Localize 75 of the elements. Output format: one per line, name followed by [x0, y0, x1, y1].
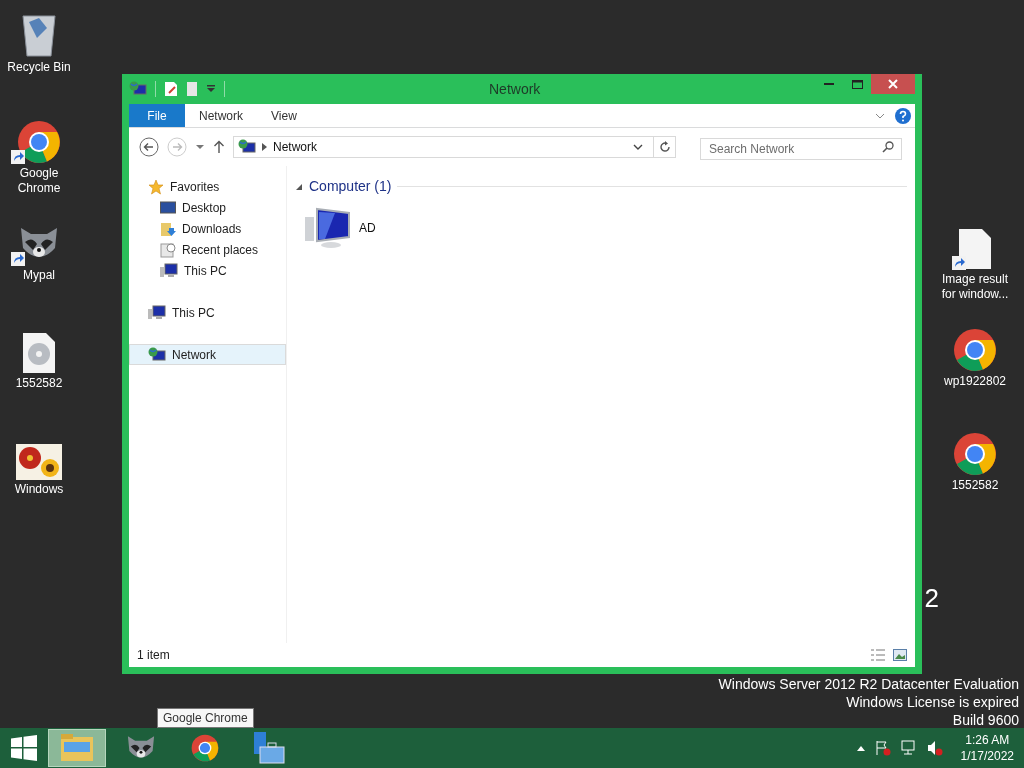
refresh-icon[interactable] [658, 141, 671, 153]
breadcrumb-arrow-icon [262, 143, 267, 151]
desktop-icon-label[interactable]: Mypal [23, 268, 55, 283]
nav-item[interactable]: Favorites [129, 176, 286, 197]
large-icons-view-icon[interactable] [893, 649, 907, 661]
help-icon[interactable] [895, 107, 911, 124]
windows-logo-icon [11, 735, 37, 761]
desktop-icon-label[interactable]: 1552582 [951, 478, 999, 493]
flag-alert-icon[interactable] [874, 740, 891, 756]
network-icon [238, 139, 256, 155]
folder-icon [60, 733, 94, 763]
star-icon [148, 178, 164, 195]
customize-dropdown-icon[interactable] [206, 85, 216, 93]
chrome-logo-icon [953, 328, 997, 372]
show-hidden-icons-icon[interactable] [856, 745, 865, 751]
server-toolbox-icon [252, 731, 286, 765]
expand-ribbon-icon[interactable] [875, 112, 885, 119]
shortcut-arrow-icon [952, 256, 966, 270]
computer-icon [160, 262, 178, 279]
watermark-line: Build 9600 [952, 711, 1019, 729]
status-text: 1 item [137, 647, 170, 664]
properties-icon[interactable] [164, 81, 178, 97]
group-header[interactable]: Computer (1) [309, 176, 392, 197]
computer-item-label[interactable]: AD [359, 219, 376, 237]
chrome-logo-icon [953, 432, 997, 476]
tooltip: Google Chrome [157, 708, 254, 728]
network-icon [129, 81, 147, 97]
back-button-icon[interactable] [139, 137, 159, 157]
maximize-icon [851, 79, 863, 89]
network-status-icon[interactable] [900, 740, 917, 756]
clock[interactable]: 1:26 AM 1/17/2022 [960, 732, 1014, 764]
window-title: Network [489, 79, 541, 99]
edition-watermark: 2 [924, 584, 939, 612]
close-icon [888, 79, 898, 89]
watermark-line: Windows License is expired [846, 693, 1019, 711]
desktop-icon-label[interactable]: 1552582 [15, 376, 63, 391]
breadcrumb-item[interactable]: Network [273, 138, 317, 156]
desktop-icon-label[interactable]: Google Chrome [0, 166, 78, 196]
shortcut-arrow-icon [11, 252, 25, 266]
nav-item[interactable]: This PC [129, 260, 286, 281]
search-icon [882, 141, 894, 153]
ribbon-tab[interactable]: Network [185, 104, 257, 127]
computer-icon [305, 207, 351, 249]
chrome-logo-icon [17, 120, 61, 164]
download-folder-icon [160, 220, 176, 237]
desktop-icon-label[interactable]: Image result for window... [936, 272, 1014, 302]
nav-item[interactable]: Network [129, 344, 286, 365]
computer-icon [148, 304, 166, 321]
recycle-bin-icon [19, 12, 59, 58]
nav-item[interactable]: This PC [129, 302, 286, 323]
search-field[interactable]: Search Network [700, 138, 902, 160]
chrome-logo-icon [191, 734, 219, 762]
recent-locations-icon[interactable] [195, 144, 205, 150]
address-bar[interactable]: Network [233, 136, 676, 158]
shortcut-arrow-icon [11, 150, 25, 164]
blank-file-icon [958, 228, 992, 270]
up-arrow-icon[interactable] [213, 140, 225, 154]
disc-file-icon [22, 332, 56, 374]
nav-item[interactable]: Downloads [129, 218, 286, 239]
desktop-icon-label[interactable]: wp1922802 [943, 374, 1007, 389]
network-icon [148, 346, 166, 363]
collapse-group-icon[interactable] [295, 182, 303, 191]
address-dropdown-icon[interactable] [633, 144, 643, 150]
desktop-icon-label[interactable]: Recycle Bin [7, 60, 71, 75]
desktop-icon-label[interactable]: Windows [14, 482, 64, 497]
watermark-line: Windows Server 2012 R2 Datacenter Evaluation [718, 675, 1019, 693]
close-button[interactable] [871, 74, 915, 94]
desktop-icon [160, 200, 176, 215]
volume-muted-icon[interactable] [926, 740, 943, 756]
flower-photo-icon [16, 444, 62, 480]
nav-item[interactable]: Recent places [129, 239, 286, 260]
recent-places-icon [160, 241, 176, 258]
minimize-icon [824, 82, 834, 86]
ribbon-tab[interactable]: View [257, 104, 311, 127]
nav-item[interactable]: Desktop [129, 197, 286, 218]
